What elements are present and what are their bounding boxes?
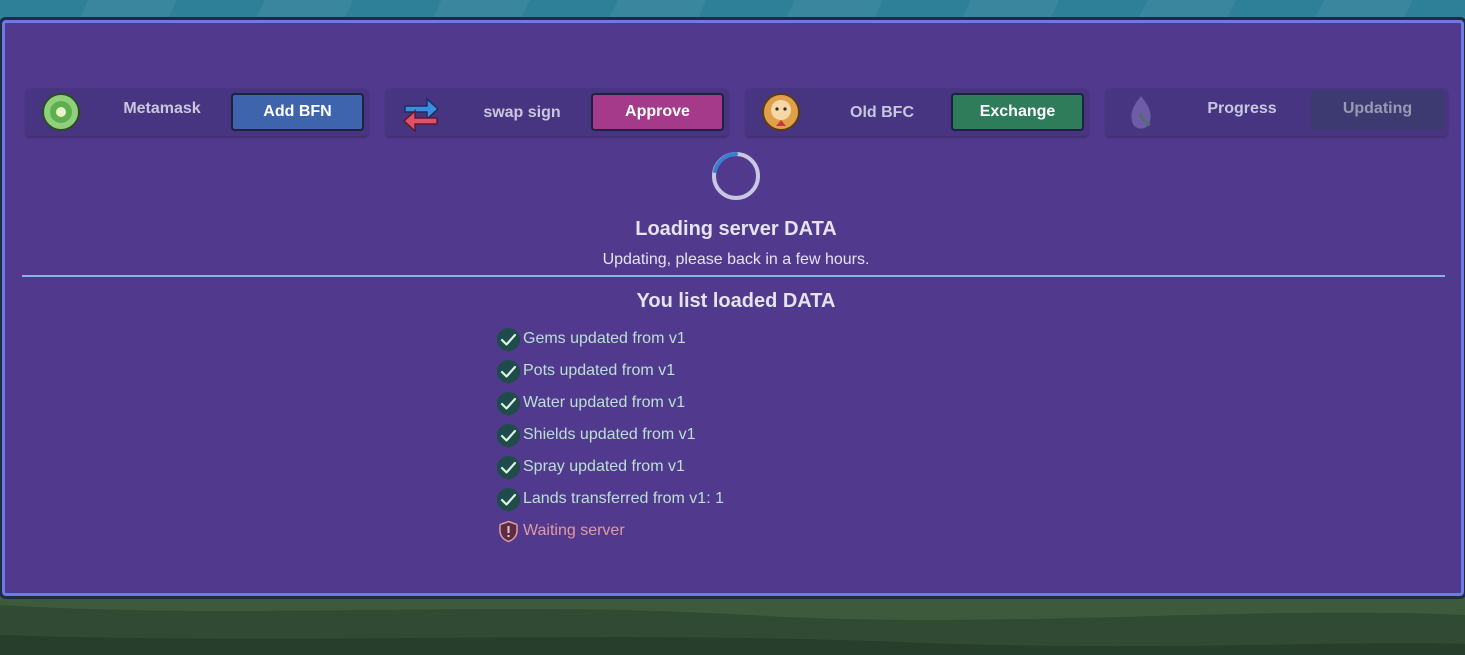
list-item-text: Water updated from v1 [523,394,686,411]
shield-alert-icon [499,520,518,543]
list-item-text: Waiting server [523,522,625,539]
metamask-flower-icon [42,93,80,131]
check-icon [497,328,520,351]
check-icon [497,360,520,383]
list-item-text: Lands transferred from v1: 1 [523,490,724,507]
check-icon [497,488,520,511]
list-item: Water updated from v1 [497,392,897,416]
list-item: Lands transferred from v1: 1 [497,488,897,512]
check-icon [497,424,520,447]
swap-arrows-icon [402,97,440,132]
list-title: You list loaded DATA [636,290,836,312]
action-cards: Metamask Add BFN swap sign Approve Old B… [25,88,1450,138]
check-icon [497,456,520,479]
loading-title: Loading server DATA [635,218,837,240]
approve-button[interactable]: Approve [591,93,724,131]
card-label-old-bfc: Old BFC [850,104,914,121]
list-item-text: Spray updated from v1 [523,458,685,475]
list-item: Shields updated from v1 [497,424,897,448]
main-panel: Metamask Add BFN swap sign Approve Old B… [2,20,1464,596]
divider [22,275,1445,277]
card-metamask: Metamask Add BFN [25,88,369,136]
list-item: Spray updated from v1 [497,456,897,480]
card-swap-sign: swap sign Approve [385,88,729,136]
list-item: Waiting server [497,520,897,544]
card-label-metamask: Metamask [123,100,201,117]
loading-spinner [712,152,760,200]
sunflower-character-icon [762,93,800,131]
list-item: Pots updated from v1 [497,360,897,384]
list-item-text: Gems updated from v1 [523,330,686,347]
card-progress: Progress Updating [1105,88,1448,136]
check-icon [497,392,520,415]
card-label-swap-sign: swap sign [483,104,561,121]
exchange-button[interactable]: Exchange [951,93,1084,131]
list-item: Gems updated from v1 [497,328,897,352]
card-old-bfc: Old BFC Exchange [745,88,1089,136]
card-label-progress: Progress [1207,100,1277,117]
updating-button: Updating [1311,90,1444,130]
add-bfn-button[interactable]: Add BFN [231,93,364,131]
list-item-text: Shields updated from v1 [523,426,696,443]
loading-subtitle: Updating, please back in a few hours. [602,251,870,268]
list-item-text: Pots updated from v1 [523,362,676,379]
seed-sprout-icon [1131,96,1151,129]
